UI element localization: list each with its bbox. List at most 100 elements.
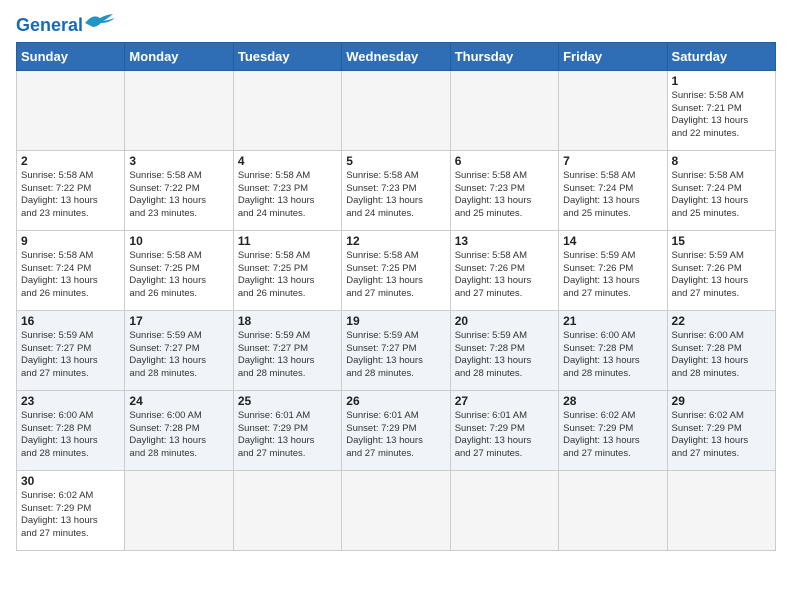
day-number: 18 xyxy=(238,314,337,328)
day-number: 30 xyxy=(21,474,120,488)
calendar-cell xyxy=(233,70,341,150)
calendar-cell xyxy=(125,70,233,150)
weekday-header: Saturday xyxy=(667,42,775,70)
day-info: Sunrise: 5:59 AMSunset: 7:27 PMDaylight:… xyxy=(21,330,120,381)
calendar-cell: 30 Sunrise: 6:02 AMSunset: 7:29 PMDayligh… xyxy=(17,470,125,550)
weekday-header: Wednesday xyxy=(342,42,450,70)
calendar-cell: 29 Sunrise: 6:02 AMSunset: 7:29 PMDayligh… xyxy=(667,390,775,470)
calendar-cell: 8 Sunrise: 5:58 AMSunset: 7:24 PMDaylight… xyxy=(667,150,775,230)
day-info: Sunrise: 5:58 AMSunset: 7:21 PMDaylight:… xyxy=(672,90,771,141)
calendar-cell: 25 Sunrise: 6:01 AMSunset: 7:29 PMDayligh… xyxy=(233,390,341,470)
calendar-cell: 17Sunrise: 5:59 AMSunset: 7:27 PMDayligh… xyxy=(125,310,233,390)
calendar-cell: 14 Sunrise: 5:59 AMSunset: 7:26 PMDayligh… xyxy=(559,230,667,310)
calendar-row: 30 Sunrise: 6:02 AMSunset: 7:29 PMDayligh… xyxy=(17,470,776,550)
day-info: Sunrise: 6:00 AMSunset: 7:28 PMDaylight:… xyxy=(563,330,662,381)
calendar-cell xyxy=(559,70,667,150)
day-number: 20 xyxy=(455,314,554,328)
day-number: 19 xyxy=(346,314,445,328)
day-number: 16 xyxy=(21,314,120,328)
calendar-cell xyxy=(342,470,450,550)
day-number: 12 xyxy=(346,234,445,248)
day-number: 14 xyxy=(563,234,662,248)
day-number: 27 xyxy=(455,394,554,408)
day-number: 4 xyxy=(238,154,337,168)
logo-icon xyxy=(85,13,115,31)
calendar-cell: 10 Sunrise: 5:58 AMSunset: 7:25 PMDayligh… xyxy=(125,230,233,310)
day-info: Sunrise: 6:01 AMSunset: 7:29 PMDaylight:… xyxy=(238,410,337,461)
day-number: 25 xyxy=(238,394,337,408)
calendar-cell: 6 Sunrise: 5:58 AMSunset: 7:23 PMDaylight… xyxy=(450,150,558,230)
weekday-header: Thursday xyxy=(450,42,558,70)
calendar-cell xyxy=(17,70,125,150)
day-info: Sunrise: 5:58 AMSunset: 7:24 PMDaylight:… xyxy=(672,170,771,221)
day-info: Sunrise: 5:58 AMSunset: 7:22 PMDaylight:… xyxy=(21,170,120,221)
day-info: Sunrise: 5:58 AMSunset: 7:26 PMDaylight:… xyxy=(455,250,554,301)
day-info: Sunrise: 6:02 AMSunset: 7:29 PMDaylight:… xyxy=(21,490,120,541)
day-info: Sunrise: 5:58 AMSunset: 7:24 PMDaylight:… xyxy=(21,250,120,301)
weekday-header: Tuesday xyxy=(233,42,341,70)
day-info: Sunrise: 6:00 AMSunset: 7:28 PMDaylight:… xyxy=(129,410,228,461)
calendar-cell: 19 Sunrise: 5:59 AMSunset: 7:27 PMDayligh… xyxy=(342,310,450,390)
day-info: Sunrise: 6:01 AMSunset: 7:29 PMDaylight:… xyxy=(346,410,445,461)
calendar-cell xyxy=(450,470,558,550)
calendar-cell xyxy=(342,70,450,150)
calendar-cell xyxy=(450,70,558,150)
calendar-header-row: SundayMondayTuesdayWednesdayThursdayFrid… xyxy=(17,42,776,70)
calendar-cell: 21 Sunrise: 6:00 AMSunset: 7:28 PMDayligh… xyxy=(559,310,667,390)
day-number: 29 xyxy=(672,394,771,408)
calendar-cell xyxy=(233,470,341,550)
day-info: Sunrise: 5:58 AMSunset: 7:25 PMDaylight:… xyxy=(346,250,445,301)
day-number: 8 xyxy=(672,154,771,168)
day-info: Sunrise: 5:58 AMSunset: 7:23 PMDaylight:… xyxy=(238,170,337,221)
calendar-cell: 9 Sunrise: 5:58 AMSunset: 7:24 PMDaylight… xyxy=(17,230,125,310)
day-info: Sunrise: 5:58 AMSunset: 7:25 PMDaylight:… xyxy=(129,250,228,301)
day-info: Sunrise: 5:58 AMSunset: 7:24 PMDaylight:… xyxy=(563,170,662,221)
calendar-cell: 18 Sunrise: 5:59 AMSunset: 7:27 PMDayligh… xyxy=(233,310,341,390)
day-info: Sunrise: 6:01 AMSunset: 7:29 PMDaylight:… xyxy=(455,410,554,461)
calendar-cell: 23Sunrise: 6:00 AMSunset: 7:28 PMDayligh… xyxy=(17,390,125,470)
calendar-cell: 13 Sunrise: 5:58 AMSunset: 7:26 PMDayligh… xyxy=(450,230,558,310)
day-number: 17 xyxy=(129,314,228,328)
day-info: Sunrise: 5:59 AMSunset: 7:28 PMDaylight:… xyxy=(455,330,554,381)
calendar-cell: 12 Sunrise: 5:58 AMSunset: 7:25 PMDayligh… xyxy=(342,230,450,310)
calendar-cell: 16 Sunrise: 5:59 AMSunset: 7:27 PMDayligh… xyxy=(17,310,125,390)
calendar-cell: 3Sunrise: 5:58 AMSunset: 7:22 PMDaylight… xyxy=(125,150,233,230)
day-number: 28 xyxy=(563,394,662,408)
day-number: 2 xyxy=(21,154,120,168)
calendar-cell xyxy=(559,470,667,550)
calendar-cell xyxy=(125,470,233,550)
weekday-header: Sunday xyxy=(17,42,125,70)
day-info: Sunrise: 6:02 AMSunset: 7:29 PMDaylight:… xyxy=(672,410,771,461)
calendar-cell: 28Sunrise: 6:02 AMSunset: 7:29 PMDayligh… xyxy=(559,390,667,470)
weekday-header: Monday xyxy=(125,42,233,70)
day-number: 10 xyxy=(129,234,228,248)
day-number: 9 xyxy=(21,234,120,248)
day-number: 1 xyxy=(672,74,771,88)
day-number: 7 xyxy=(563,154,662,168)
calendar-cell: 20 Sunrise: 5:59 AMSunset: 7:28 PMDayligh… xyxy=(450,310,558,390)
weekday-header: Friday xyxy=(559,42,667,70)
calendar-cell: 7 Sunrise: 5:58 AMSunset: 7:24 PMDaylight… xyxy=(559,150,667,230)
logo-text: General xyxy=(16,16,83,36)
day-number: 24 xyxy=(129,394,228,408)
calendar-cell xyxy=(667,470,775,550)
day-number: 6 xyxy=(455,154,554,168)
calendar-cell: 22Sunrise: 6:00 AMSunset: 7:28 PMDayligh… xyxy=(667,310,775,390)
day-info: Sunrise: 5:59 AMSunset: 7:27 PMDaylight:… xyxy=(238,330,337,381)
day-info: Sunrise: 6:00 AMSunset: 7:28 PMDaylight:… xyxy=(672,330,771,381)
calendar-cell: 1 Sunrise: 5:58 AMSunset: 7:21 PMDaylight… xyxy=(667,70,775,150)
day-info: Sunrise: 5:58 AMSunset: 7:23 PMDaylight:… xyxy=(455,170,554,221)
calendar-cell: 11Sunrise: 5:58 AMSunset: 7:25 PMDayligh… xyxy=(233,230,341,310)
day-number: 11 xyxy=(238,234,337,248)
day-number: 21 xyxy=(563,314,662,328)
day-info: Sunrise: 5:58 AMSunset: 7:23 PMDaylight:… xyxy=(346,170,445,221)
calendar-cell: 24 Sunrise: 6:00 AMSunset: 7:28 PMDayligh… xyxy=(125,390,233,470)
day-info: Sunrise: 5:59 AMSunset: 7:26 PMDaylight:… xyxy=(672,250,771,301)
day-number: 13 xyxy=(455,234,554,248)
day-info: Sunrise: 5:59 AMSunset: 7:27 PMDaylight:… xyxy=(346,330,445,381)
day-info: Sunrise: 5:59 AMSunset: 7:26 PMDaylight:… xyxy=(563,250,662,301)
calendar-row: 16 Sunrise: 5:59 AMSunset: 7:27 PMDayligh… xyxy=(17,310,776,390)
calendar-cell: 26Sunrise: 6:01 AMSunset: 7:29 PMDayligh… xyxy=(342,390,450,470)
logo: General xyxy=(16,16,115,32)
calendar-row: 9 Sunrise: 5:58 AMSunset: 7:24 PMDaylight… xyxy=(17,230,776,310)
